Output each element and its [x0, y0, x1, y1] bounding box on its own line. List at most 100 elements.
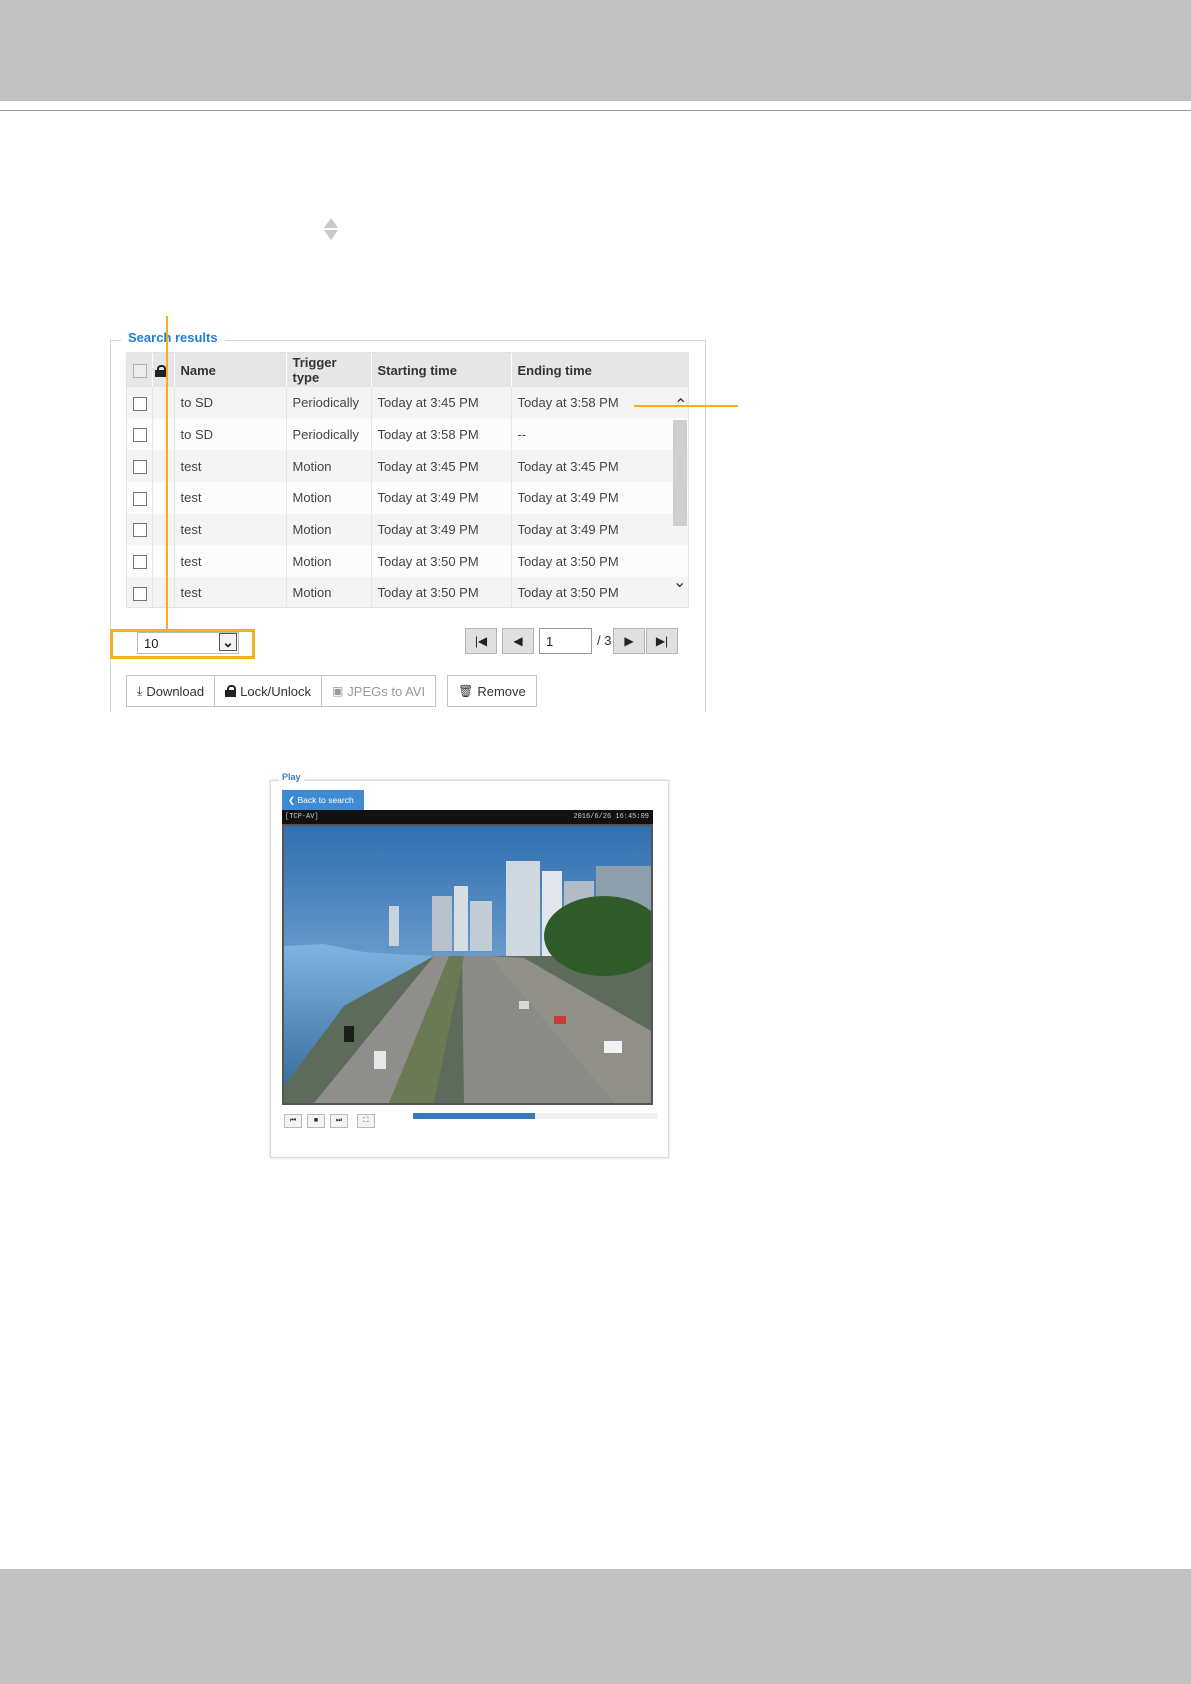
table-row[interactable]: to SD Periodically Today at 3:58 PM --: [127, 418, 688, 451]
row-trigger: Motion: [286, 482, 372, 514]
row-trigger: Periodically: [286, 387, 372, 419]
first-page-button[interactable]: |◀: [465, 628, 497, 654]
select-all-checkbox[interactable]: [133, 363, 147, 378]
video-frame: [284, 826, 651, 1103]
row-end: Today at 3:45 PM: [511, 450, 688, 483]
table-row[interactable]: test Motion Today at 3:45 PM Today at 3:…: [127, 450, 688, 483]
header-band: [0, 0, 1191, 101]
table-row[interactable]: test Motion Today at 3:49 PM Today at 3:…: [127, 482, 688, 514]
row-trigger: Motion: [286, 577, 372, 607]
results-table: Name Trigger type Starting time Ending t…: [126, 352, 689, 608]
next-icon[interactable]: ⏭: [330, 1114, 348, 1128]
row-start: Today at 3:45 PM: [371, 387, 512, 419]
chevron-left-icon: ❮: [288, 795, 296, 805]
lock-unlock-button[interactable]: Lock/Unlock: [214, 675, 322, 707]
osd-camera-label: [TCP-AV]: [285, 813, 319, 821]
header-divider: [0, 110, 1191, 111]
back-to-search-button[interactable]: ❮ Back to search: [282, 790, 364, 810]
prev-page-button[interactable]: ◀: [502, 628, 534, 654]
last-page-icon: ▶|: [655, 634, 669, 648]
column-header-trigger[interactable]: Trigger type: [286, 353, 372, 387]
row-end: Today at 3:50 PM: [511, 577, 688, 607]
row-checkbox[interactable]: [133, 491, 147, 506]
previous-icon[interactable]: ⏮: [284, 1114, 302, 1128]
next-page-icon: ▶: [624, 634, 634, 648]
lock-unlock-label: Lock/Unlock: [240, 683, 311, 699]
row-checkbox[interactable]: [133, 555, 147, 570]
row-name: to SD: [174, 387, 287, 419]
table-header-row: Name Trigger type Starting time Ending t…: [127, 353, 688, 387]
download-button[interactable]: ⤓ Download: [126, 675, 216, 707]
row-trigger: Motion: [286, 545, 372, 578]
column-header-name[interactable]: Name: [174, 353, 287, 387]
row-checkbox[interactable]: [133, 396, 147, 411]
video-player[interactable]: [282, 824, 653, 1105]
row-name: test: [174, 482, 287, 514]
jpegs-to-avi-label: JPEGs to AVI: [347, 683, 426, 699]
stop-icon[interactable]: ■: [307, 1114, 325, 1128]
row-trigger: Motion: [286, 513, 372, 546]
row-start: Today at 3:49 PM: [371, 513, 512, 546]
row-end: Today at 3:49 PM: [511, 513, 688, 546]
row-checkbox[interactable]: [133, 460, 147, 474]
row-end: Today at 3:58 PM: [511, 387, 688, 419]
row-name: test: [174, 577, 287, 607]
callout-line-scrollbar: [634, 405, 738, 407]
remove-button[interactable]: 🗑 Remove: [447, 675, 537, 707]
row-start: Today at 3:45 PM: [371, 450, 512, 483]
footer-band: [0, 1569, 1191, 1684]
row-trigger: Periodically: [286, 418, 372, 451]
row-end: --: [511, 418, 688, 451]
callout-line-perpage: [166, 316, 168, 629]
lock-icon: [225, 685, 237, 697]
remove-label: Remove: [477, 683, 526, 699]
last-page-button[interactable]: ▶|: [646, 628, 678, 654]
scroll-down-icon[interactable]: ⌄: [673, 575, 686, 591]
download-icon: ⤓: [137, 683, 143, 698]
row-checkbox[interactable]: [133, 428, 147, 443]
download-label: Download: [146, 683, 205, 699]
play-title: Play: [279, 772, 304, 782]
row-name: test: [174, 545, 287, 578]
row-checkbox[interactable]: [133, 586, 147, 601]
osd-timestamp: 2016/6/26 16:45:09: [573, 813, 649, 821]
sort-arrows-icon[interactable]: [324, 218, 338, 242]
lock-icon: [154, 365, 166, 378]
page-total: / 3: [597, 633, 612, 648]
row-start: Today at 3:50 PM: [371, 545, 512, 578]
next-page-button[interactable]: ▶: [613, 628, 645, 654]
table-row[interactable]: test Motion Today at 3:50 PM Today at 3:…: [127, 577, 688, 607]
playback-progress-fill: [413, 1113, 535, 1119]
first-page-icon: |◀: [474, 634, 488, 648]
row-start: Today at 3:58 PM: [371, 418, 512, 451]
fullscreen-icon[interactable]: ⛶: [357, 1114, 375, 1128]
column-header-start[interactable]: Starting time: [371, 353, 512, 387]
scrollbar-thumb[interactable]: [673, 420, 687, 526]
playback-progress[interactable]: [413, 1113, 657, 1119]
row-start: Today at 3:49 PM: [371, 482, 512, 514]
row-start: Today at 3:50 PM: [371, 577, 512, 607]
action-toolbar: ⤓ Download Lock/Unlock ▣ JPEGs to AVI 🗑 …: [126, 675, 537, 707]
video-osd-bar: [TCP-AV] 2016/6/26 16:45:09: [282, 810, 653, 824]
prev-page-icon: ◀: [513, 634, 523, 648]
table-row[interactable]: test Motion Today at 3:49 PM Today at 3:…: [127, 513, 688, 546]
column-header-end[interactable]: Ending time: [511, 353, 688, 387]
table-row[interactable]: test Motion Today at 3:50 PM Today at 3:…: [127, 545, 688, 578]
row-name: test: [174, 450, 287, 483]
back-to-search-label: Back to search: [297, 795, 354, 805]
page-number-input[interactable]: [539, 628, 592, 654]
film-icon: ▣: [331, 684, 344, 698]
row-trigger: Motion: [286, 450, 372, 483]
row-checkbox[interactable]: [133, 523, 147, 538]
row-name: to SD: [174, 418, 287, 451]
per-page-highlight: [110, 629, 255, 659]
trash-icon: 🗑: [458, 684, 474, 698]
row-end: Today at 3:50 PM: [511, 545, 688, 578]
lock-column-header: [152, 353, 175, 387]
search-results-title: Search results: [121, 330, 225, 345]
jpegs-to-avi-button[interactable]: ▣ JPEGs to AVI: [320, 675, 437, 707]
table-row[interactable]: to SD Periodically Today at 3:45 PM Toda…: [127, 387, 688, 419]
row-end: Today at 3:49 PM: [511, 482, 688, 514]
row-name: test: [174, 513, 287, 546]
select-all-cell[interactable]: [127, 353, 153, 387]
